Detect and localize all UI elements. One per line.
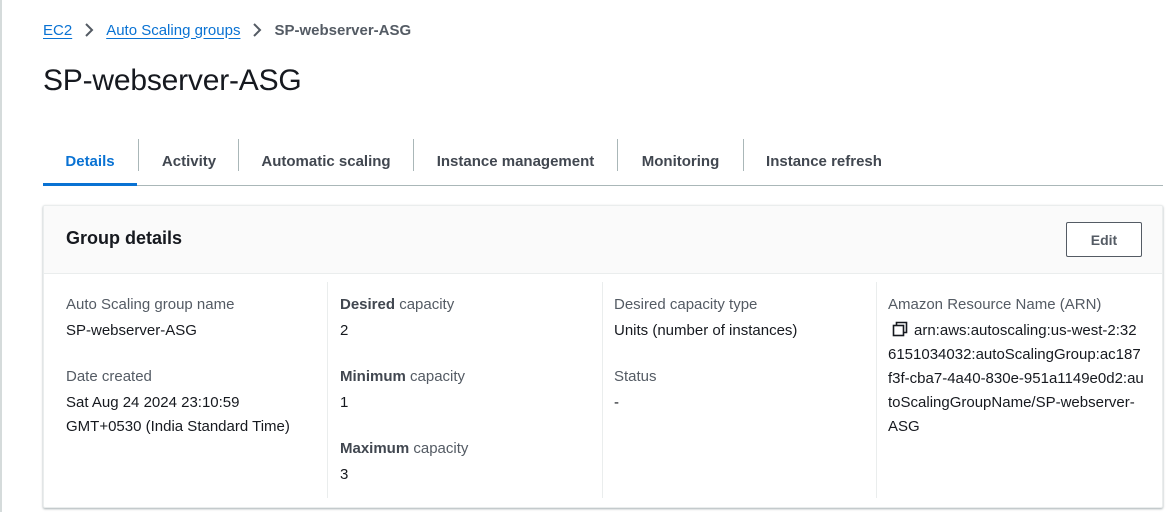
tab-automatic-scaling[interactable]: Automatic scaling	[239, 137, 413, 185]
tab-instance-refresh[interactable]: Instance refresh	[744, 137, 904, 185]
column-divider	[602, 282, 603, 498]
date-created-line2: GMT+0530 (India Standard Time)	[66, 418, 290, 435]
edit-button[interactable]: Edit	[1066, 222, 1142, 257]
breadcrumb-current: SP-webserver-ASG	[274, 21, 412, 39]
capacity-type-label: Desired capacity type	[614, 296, 758, 313]
column-divider	[876, 282, 877, 498]
breadcrumb-ec2[interactable]: EC2	[43, 22, 72, 39]
group-details-header: Group details Edit	[44, 206, 1162, 274]
capacity-type-value: Units (number of instances)	[614, 322, 798, 339]
tab-bar: Details Activity Automatic scaling Insta…	[43, 137, 1163, 186]
status-value: -	[614, 394, 619, 411]
desired-capacity-value: 2	[340, 322, 349, 339]
page-title: SP-webserver-ASG	[43, 64, 302, 97]
maximum-rest: capacity	[409, 440, 469, 457]
arn-label: Amazon Resource Name (ARN)	[888, 296, 1102, 313]
column-group-name: Auto Scaling group name SP-webserver-ASG…	[66, 274, 306, 507]
desired-capacity-label: Desired capacity	[340, 296, 454, 313]
column-divider	[327, 282, 328, 498]
group-details-title: Group details	[66, 228, 183, 248]
minimum-rest: capacity	[405, 368, 466, 385]
asg-name-value: SP-webserver-ASG	[66, 322, 197, 339]
maximum-bold: Maximum	[340, 440, 410, 457]
tab-details[interactable]: Details	[43, 137, 137, 186]
desired-rest: capacity	[395, 296, 455, 313]
column-arn: Amazon Resource Name (ARN) arn:aws:autos…	[888, 274, 1150, 507]
column-capacity-type: Desired capacity type Units (number of i…	[614, 274, 864, 507]
chevron-right-icon	[240, 20, 274, 40]
chevron-right-icon	[72, 20, 106, 40]
maximum-capacity-value: 3	[340, 466, 349, 483]
date-created-label: Date created	[66, 368, 152, 385]
date-created-value: Sat Aug 24 2024 23:10:59 GMT+0530 (India…	[66, 391, 290, 439]
status-label: Status	[614, 368, 657, 385]
minimum-capacity-value: 1	[340, 394, 349, 411]
copy-icon[interactable]	[892, 321, 908, 337]
maximum-capacity-label: Maximum capacity	[340, 440, 468, 457]
minimum-capacity-label: Minimum capacity	[340, 368, 465, 385]
date-created-line1: Sat Aug 24 2024 23:10:59	[66, 394, 240, 411]
column-capacity: Desired capacity 2 Minimum capacity 1 Ma…	[340, 274, 590, 507]
tab-activity[interactable]: Activity	[139, 137, 239, 185]
arn-value: arn:aws:autoscaling:us-west-2:3261510340…	[888, 322, 1144, 435]
asg-name-label: Auto Scaling group name	[66, 296, 235, 313]
minimum-bold: Minimum	[340, 368, 406, 385]
tab-instance-management[interactable]: Instance management	[414, 137, 617, 185]
group-details-container: Group details Edit Auto Scaling group na…	[43, 205, 1163, 508]
left-edge-divider	[0, 0, 2, 512]
desired-bold: Desired	[340, 296, 396, 313]
arn-value-block: arn:aws:autoscaling:us-west-2:3261510340…	[888, 319, 1144, 439]
tab-monitoring[interactable]: Monitoring	[618, 137, 743, 185]
breadcrumb-auto-scaling-groups[interactable]: Auto Scaling groups	[106, 22, 240, 39]
breadcrumb: EC2 Auto Scaling groups SP-webserver-ASG	[43, 20, 411, 40]
